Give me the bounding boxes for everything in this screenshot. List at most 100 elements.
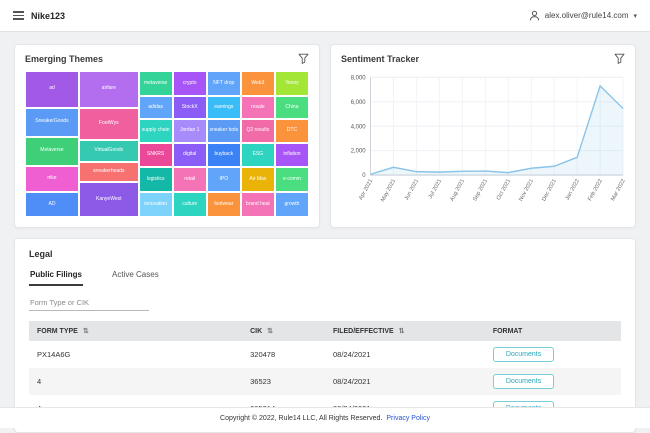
svg-text:May 2021: May 2021	[380, 178, 397, 203]
svg-text:8,000: 8,000	[351, 74, 366, 81]
treemap-tile[interactable]: supply chain	[139, 119, 173, 142]
treemap-tile[interactable]: Yeezy	[275, 71, 309, 96]
svg-text:Apr 2021: Apr 2021	[358, 178, 374, 201]
cell-cik: 320478	[242, 341, 325, 368]
col-header-form-type[interactable]: FORM TYPE⇅	[29, 321, 242, 341]
emerging-themes-title: Emerging Themes	[25, 54, 103, 64]
treemap-tile[interactable]: e-comm	[275, 167, 309, 192]
treemap-tile[interactable]: digital	[173, 143, 207, 168]
treemap-tile[interactable]: FootWys	[79, 108, 139, 140]
treemap-tile[interactable]: KanyeWest	[79, 182, 139, 217]
svg-text:Jul 2021: Jul 2021	[428, 178, 443, 200]
treemap-tile[interactable]: adidas	[139, 96, 173, 119]
sentiment-tracker-title: Sentiment Tracker	[341, 54, 419, 64]
svg-text:Oct 2021: Oct 2021	[496, 178, 512, 201]
sort-icon[interactable]: ⇅	[83, 328, 89, 335]
legal-title: Legal	[29, 249, 621, 259]
treemap-tile[interactable]: Jordan 1	[173, 119, 207, 142]
cell-format: Documents	[485, 368, 621, 395]
treemap-tile[interactable]: airfare	[79, 71, 139, 108]
treemap-tile[interactable]: SNKRS	[139, 143, 173, 168]
app-title: Nike123	[31, 11, 65, 21]
tab-active-cases[interactable]: Active Cases	[111, 265, 160, 286]
legal-tabs: Public Filings Active Cases	[29, 265, 621, 286]
documents-button[interactable]: Documents	[493, 347, 554, 362]
treemap-tile[interactable]: buyback	[207, 143, 241, 168]
treemap-tile[interactable]: retail	[173, 167, 207, 192]
cell-format: Documents	[485, 341, 621, 368]
treemap-tile[interactable]: nike	[25, 166, 79, 192]
treemap-tile[interactable]: China	[275, 96, 309, 119]
menu-icon[interactable]	[13, 11, 24, 20]
sentiment-tracker-card: Sentiment Tracker Apr 2021 May 2021 Jun 20…	[330, 44, 636, 228]
documents-button[interactable]: Documents	[493, 374, 554, 389]
cell-filed-effective: 08/24/2021	[325, 368, 485, 395]
treemap-tile[interactable]: Q2 results	[241, 119, 275, 142]
treemap-tile[interactable]: metaverse	[139, 71, 173, 96]
treemap-tile[interactable]: resale	[241, 96, 275, 119]
col-header-format: FORMAT	[485, 321, 621, 341]
treemap-tile[interactable]: AD	[25, 192, 79, 217]
cell-form-type: 4	[29, 368, 242, 395]
treemap-tile[interactable]: culture	[173, 192, 207, 217]
svg-text:2,000: 2,000	[351, 148, 366, 155]
cell-cik: 36523	[242, 368, 325, 395]
tab-public-filings[interactable]: Public Filings	[29, 265, 83, 286]
svg-text:Mar 2022: Mar 2022	[610, 178, 626, 202]
privacy-policy-link[interactable]: Privacy Policy	[386, 415, 430, 422]
main-content: Emerging Themes adSneakerGoodsMetaversen…	[0, 32, 650, 433]
svg-text:Feb 2022: Feb 2022	[587, 178, 604, 202]
treemap-tile[interactable]: logistics	[139, 167, 173, 192]
svg-text:Nov 2021: Nov 2021	[518, 178, 535, 202]
treemap-tile[interactable]: IPO	[207, 167, 241, 192]
svg-text:Dec 2021: Dec 2021	[541, 178, 558, 202]
svg-text:4,000: 4,000	[351, 123, 366, 130]
treemap-tile[interactable]: sneakerheads	[79, 162, 139, 182]
user-email: alex.oliver@rule14.com	[545, 11, 629, 20]
sort-icon[interactable]: ⇅	[399, 328, 405, 335]
treemap-tile[interactable]: NFT drop	[207, 71, 241, 96]
svg-text:Jun 2021: Jun 2021	[404, 178, 420, 201]
treemap-tile[interactable]: Air Max	[241, 167, 275, 192]
treemap-tile[interactable]: earnings	[207, 96, 241, 119]
treemap-tile[interactable]: DTC	[275, 119, 309, 142]
treemap-tile[interactable]: footwear	[207, 192, 241, 217]
treemap-tile[interactable]: ad	[25, 71, 79, 108]
table-row: 43652308/24/2021 Documents	[29, 368, 621, 395]
treemap-tile[interactable]: sneaker bots	[207, 119, 241, 142]
sort-icon[interactable]: ⇅	[267, 328, 273, 335]
copyright-text: Copyright © 2022, Rule14 LLC, All Rights…	[220, 415, 382, 422]
col-header-filed-effective[interactable]: FILED/EFFECTIVE⇅	[325, 321, 485, 341]
user-icon	[529, 10, 540, 21]
cell-filed-effective: 08/24/2021	[325, 341, 485, 368]
treemap-tile[interactable]: VirtualGoods	[79, 140, 139, 162]
table-row: PX14A6G32047808/24/2021 Documents	[29, 341, 621, 368]
treemap-tile[interactable]: innovation	[139, 192, 173, 217]
treemap-tile[interactable]: StockX	[173, 96, 207, 119]
svg-text:Jan 2022: Jan 2022	[565, 178, 581, 201]
treemap-tile[interactable]: crypto	[173, 71, 207, 96]
cell-form-type: PX14A6G	[29, 341, 242, 368]
svg-text:6,000: 6,000	[351, 99, 366, 106]
form-type-cik-input[interactable]	[29, 295, 149, 311]
user-menu[interactable]: alex.oliver@rule14.com ▾	[529, 10, 637, 21]
topbar: Nike123 alex.oliver@rule14.com ▾	[0, 0, 650, 32]
brand: Nike123	[13, 11, 65, 21]
filter-icon[interactable]	[614, 53, 625, 64]
chevron-down-icon: ▾	[633, 12, 637, 20]
themes-treemap: adSneakerGoodsMetaversenikeAD airfareFoot…	[25, 71, 309, 217]
svg-text:0: 0	[362, 172, 366, 179]
filter-icon[interactable]	[298, 53, 309, 64]
treemap-tile[interactable]: inflation	[275, 143, 309, 168]
treemap-tile[interactable]: Metaverse	[25, 137, 79, 166]
treemap-tile[interactable]: growth	[275, 192, 309, 217]
treemap-tile[interactable]: Web3	[241, 71, 275, 96]
col-header-cik[interactable]: CIK⇅	[242, 321, 325, 341]
treemap-tile[interactable]: brand heat	[241, 192, 275, 217]
treemap-tile[interactable]: SneakerGoods	[25, 108, 79, 137]
treemap-tile[interactable]: ESG	[241, 143, 275, 168]
svg-text:Aug 2021: Aug 2021	[449, 178, 466, 202]
sentiment-line-chart: Apr 2021 May 2021 Jun 2021 Jul 2021 Aug 2021…	[333, 69, 629, 225]
emerging-themes-card: Emerging Themes adSneakerGoodsMetaversen…	[14, 44, 320, 228]
svg-text:Sep 2021: Sep 2021	[472, 178, 489, 202]
